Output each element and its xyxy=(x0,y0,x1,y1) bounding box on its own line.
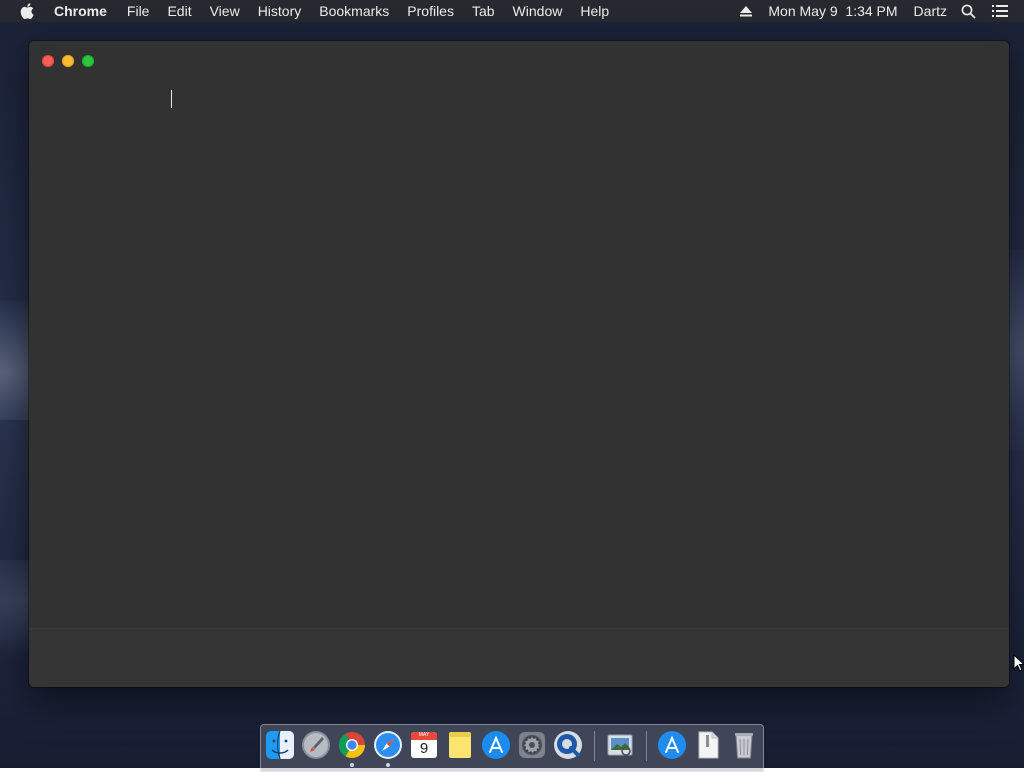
finder-icon[interactable] xyxy=(264,729,296,761)
applications-folder-icon[interactable] xyxy=(656,729,688,761)
preview-icon[interactable] xyxy=(604,729,636,761)
window-content[interactable] xyxy=(29,71,1009,629)
window-footer xyxy=(29,628,1009,687)
zoom-button[interactable] xyxy=(82,55,94,67)
running-indicator xyxy=(386,763,390,767)
dock-separator xyxy=(594,731,595,761)
notes-icon[interactable] xyxy=(444,729,476,761)
safari-icon[interactable] xyxy=(372,729,404,761)
calendar-month: MAY xyxy=(418,732,430,738)
gear-icon[interactable] xyxy=(516,729,548,761)
running-indicator xyxy=(350,763,354,767)
menu-tab[interactable]: Tab xyxy=(472,0,495,22)
menu-bookmarks[interactable]: Bookmarks xyxy=(319,0,389,22)
search-icon[interactable] xyxy=(961,4,976,19)
menubar-user[interactable]: Dartz xyxy=(914,0,947,22)
list-icon[interactable] xyxy=(992,5,1008,17)
minimize-button[interactable] xyxy=(62,55,74,67)
browser-window xyxy=(29,41,1009,687)
launchpad-icon[interactable] xyxy=(300,729,332,761)
menu-window[interactable]: Window xyxy=(513,0,563,22)
calendar-day: 9 xyxy=(419,740,429,757)
menu-profiles[interactable]: Profiles xyxy=(407,0,454,22)
app-store-icon[interactable] xyxy=(480,729,512,761)
close-button[interactable] xyxy=(42,55,54,67)
eject-icon[interactable] xyxy=(740,5,753,17)
menu-history[interactable]: History xyxy=(258,0,302,22)
quicktime-icon[interactable] xyxy=(552,729,584,761)
document-icon[interactable] xyxy=(692,729,724,761)
trash-icon[interactable] xyxy=(728,729,760,761)
menu-edit[interactable]: Edit xyxy=(167,0,191,22)
mouse-pointer-icon xyxy=(1013,654,1024,672)
dock: MAY 9 xyxy=(260,724,764,772)
menubar-clock[interactable]: Mon May 9 1:34 PM xyxy=(768,0,897,22)
menu-view[interactable]: View xyxy=(210,0,240,22)
apple-icon[interactable] xyxy=(20,3,36,19)
menu-bar: Chrome File Edit View History Bookmarks … xyxy=(0,0,1024,22)
chrome-icon[interactable] xyxy=(336,729,368,761)
menu-help[interactable]: Help xyxy=(580,0,609,22)
menu-app-name[interactable]: Chrome xyxy=(54,0,107,22)
calendar-icon[interactable]: MAY 9 xyxy=(408,729,440,761)
menu-file[interactable]: File xyxy=(127,0,150,22)
dock-separator xyxy=(646,731,647,761)
